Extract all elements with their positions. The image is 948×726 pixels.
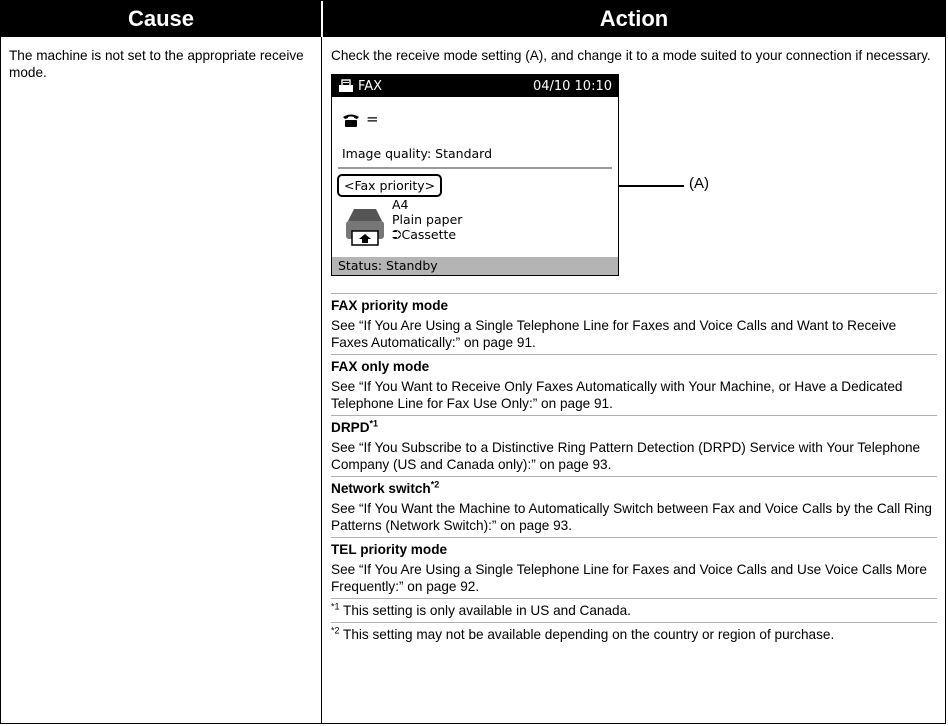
mode-description: See “If You Want the Machine to Automati… xyxy=(331,501,932,533)
lcd-receive-mode: <Fax priority> xyxy=(337,174,443,197)
lcd-datetime: 04/10 10:10 xyxy=(532,78,612,94)
lcd-title-text: FAX xyxy=(358,78,383,94)
cassette-icon: ⮊ xyxy=(392,227,402,242)
mode-title: FAX only mode xyxy=(331,354,937,375)
cause-cell: The machine is not set to the appropriat… xyxy=(9,47,309,81)
lcd-paper-type: Plain paper xyxy=(392,212,463,227)
mode-item: Network switch*2 See “If You Want the Ma… xyxy=(331,476,937,534)
action-header: Action xyxy=(323,1,945,37)
lcd-paper-source-row: ⮊Cassette xyxy=(392,227,462,242)
lcd-title: FAX xyxy=(338,78,382,95)
lcd-paper-size: A4 xyxy=(392,197,409,212)
callout-label: (A) xyxy=(689,175,709,192)
mode-title: FAX priority mode xyxy=(331,293,937,314)
mode-list: FAX priority mode See “If You Are Using … xyxy=(331,293,937,595)
cause-text: The machine is not set to the appropriat… xyxy=(9,48,304,80)
mode-item: DRPD*1 See “If You Subscribe to a Distin… xyxy=(331,415,937,473)
mode-description: See “If You Are Using a Single Telephone… xyxy=(331,562,927,594)
action-intro: Check the receive mode setting (A), and … xyxy=(331,48,931,63)
mode-title: DRPD*1 xyxy=(331,415,937,436)
callout-line xyxy=(619,185,684,187)
lcd-figure: FAX 04/10 10:10 = Image quality: Standar… xyxy=(331,74,937,292)
lcd-title-bar: FAX 04/10 10:10 xyxy=(332,75,618,97)
lcd-phone-row: = xyxy=(342,111,379,128)
cause-header: Cause xyxy=(1,1,321,37)
telephone-icon xyxy=(343,114,359,127)
mode-description: See “If You Subscribe to a Distinctive R… xyxy=(331,440,921,472)
column-divider xyxy=(321,37,322,723)
lcd-status-bar: Status: Standby xyxy=(332,257,618,275)
lcd-paper-info: A4 Plain paper ⮊Cassette xyxy=(392,197,462,242)
fax-machine-icon xyxy=(339,79,353,92)
printer-icon xyxy=(344,207,386,251)
lcd-divider xyxy=(338,167,612,169)
mode-item: FAX only mode See “If You Want to Receiv… xyxy=(331,354,937,412)
mode-title: TEL priority mode xyxy=(331,537,937,558)
lcd-paper-source: Cassette xyxy=(401,227,457,242)
mode-title: Network switch*2 xyxy=(331,476,937,497)
mode-item: TEL priority mode See “If You Are Using … xyxy=(331,537,937,595)
footnote: *2 This setting may not be available dep… xyxy=(331,622,937,643)
footnote: *1 This setting is only available in US … xyxy=(331,598,937,619)
lcd-phone-value: = xyxy=(366,110,379,128)
mode-description: See “If You Are Using a Single Telephone… xyxy=(331,318,897,350)
mode-item: FAX priority mode See “If You Are Using … xyxy=(331,293,937,351)
action-cell: Check the receive mode setting (A), and … xyxy=(331,47,937,643)
troubleshooting-table: Cause Action The machine is not set to t… xyxy=(0,0,946,724)
mode-description: See “If You Want to Receive Only Faxes A… xyxy=(331,379,903,411)
lcd-image-quality: Image quality: Standard xyxy=(342,146,493,161)
lcd-screen: FAX 04/10 10:10 = Image quality: Standar… xyxy=(331,74,619,276)
